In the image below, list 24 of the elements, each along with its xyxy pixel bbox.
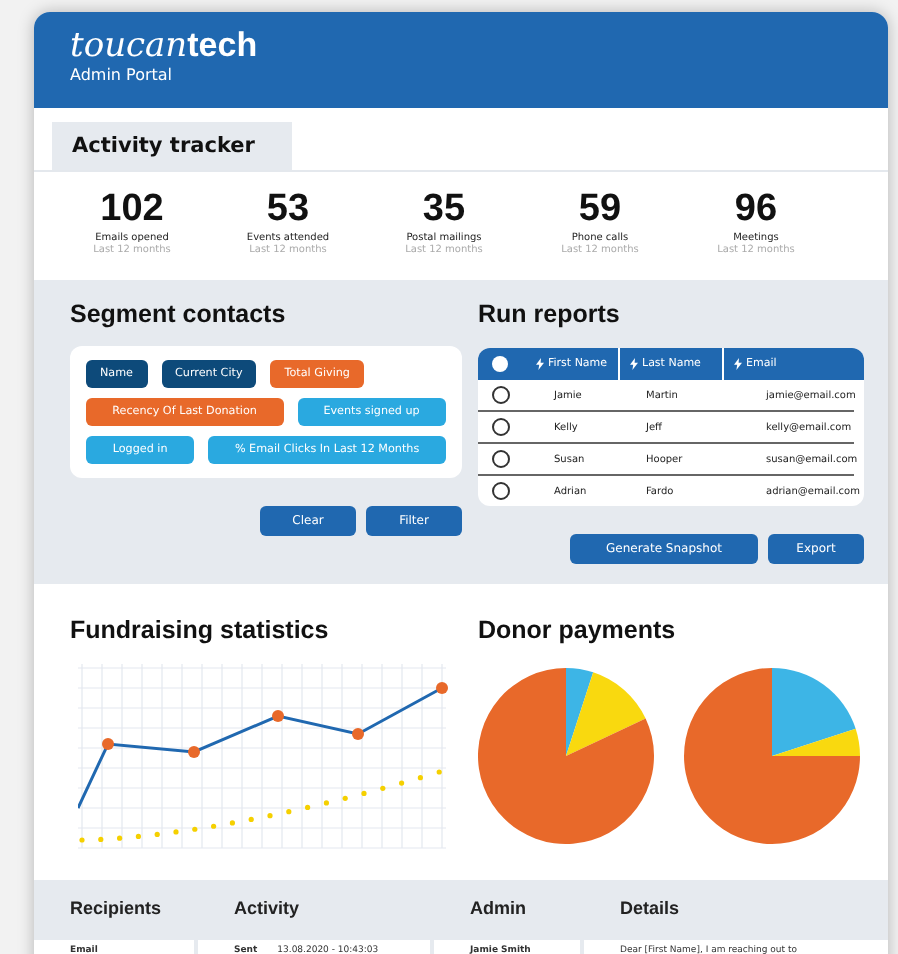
column-header: Recipients xyxy=(70,898,162,918)
column-header: Admin xyxy=(470,898,526,918)
logo: toucantech xyxy=(70,28,260,64)
column-header: Details xyxy=(620,898,680,918)
stat-value: 59 xyxy=(576,190,624,230)
lightning-icon xyxy=(630,358,638,370)
lightning-icon xyxy=(536,358,544,370)
section-title: Fundraising statistics xyxy=(70,616,331,644)
stat-value: 35 xyxy=(420,190,468,230)
row-checkbox[interactable] xyxy=(492,450,510,468)
section-title: Donor payments xyxy=(478,616,678,644)
column-header: Activity xyxy=(234,898,300,918)
section-title: Run reports xyxy=(478,300,622,328)
tab[interactable]: Activity tracker xyxy=(52,122,292,170)
lightning-icon xyxy=(734,358,742,370)
row-checkbox[interactable] xyxy=(492,482,510,500)
stat-value: 96 xyxy=(732,190,780,230)
row-checkbox[interactable] xyxy=(492,386,510,404)
section-title: Segment contacts xyxy=(70,300,288,328)
row-checkbox[interactable] xyxy=(492,418,510,436)
portal-subtitle: Admin Portal xyxy=(70,66,175,84)
select-all-checkbox[interactable] xyxy=(492,356,508,372)
stat-value: 102 xyxy=(98,190,166,230)
stat-value: 53 xyxy=(264,190,312,230)
